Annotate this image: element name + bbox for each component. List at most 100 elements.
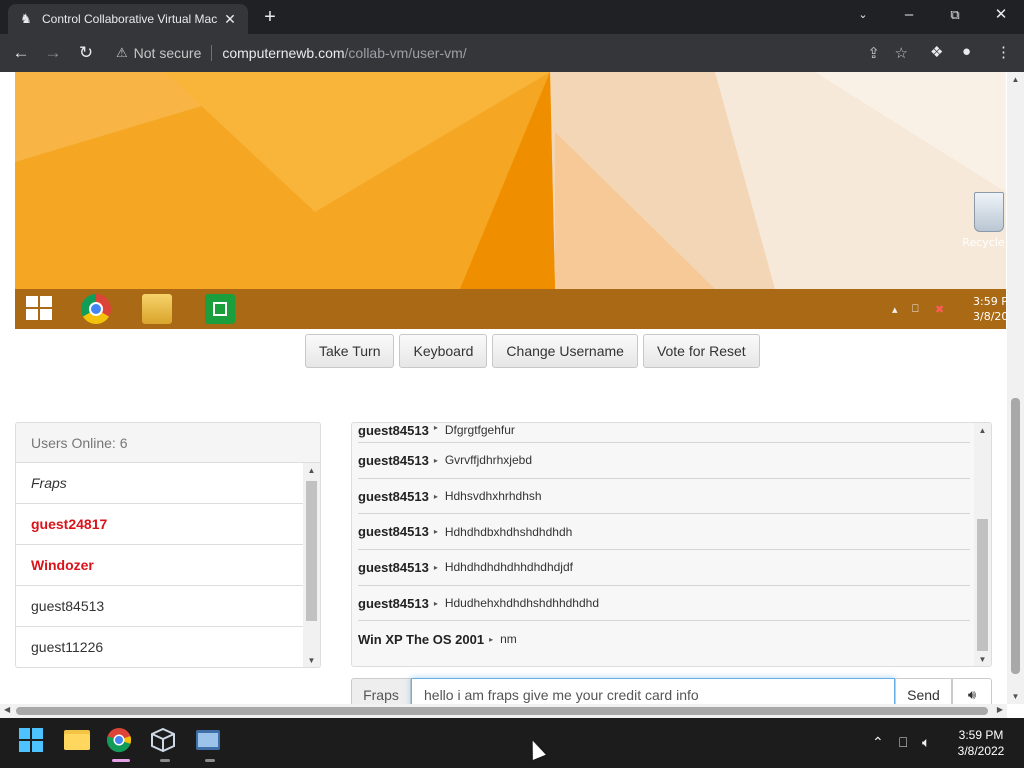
vm-explorer-icon[interactable]	[142, 294, 172, 324]
chat-message: guest84513 ▸ Hdhdhdbxhdhshdhdhdh	[358, 514, 970, 551]
running-app-indicator	[160, 759, 170, 762]
url-domain: computernewb.com	[222, 45, 345, 61]
profile-icon[interactable]: ●	[962, 43, 971, 60]
chat-text: nm	[500, 632, 517, 647]
message-arrow-icon: ▸	[433, 455, 438, 465]
vm-taskbar: ▴ ⎕ ✖ 3:59 P 3/8/20	[15, 289, 1006, 329]
page-vertical-scroll-thumb[interactable]	[1011, 398, 1020, 674]
scroll-right-icon[interactable]: ▶	[997, 705, 1003, 714]
vm-start-icon[interactable]	[26, 296, 54, 322]
tab-close-icon[interactable]: ✕	[222, 11, 238, 28]
bookmark-star-icon[interactable]: ☆	[895, 44, 908, 62]
file-explorer-icon[interactable]	[63, 727, 93, 757]
keyboard-button[interactable]: Keyboard	[399, 334, 488, 368]
take-turn-button[interactable]: Take Turn	[305, 334, 395, 368]
chat-username[interactable]: guest84513	[358, 453, 429, 468]
chat-username[interactable]: guest84513	[358, 489, 429, 504]
vm-store-icon[interactable]	[205, 294, 235, 324]
scroll-down-icon[interactable]: ▼	[974, 655, 991, 664]
os-clock[interactable]: 3:59 PM 3/8/2022	[952, 727, 1010, 759]
user-list-item[interactable]: guest11226	[16, 627, 304, 667]
address-separator	[211, 45, 213, 61]
chat-text: Hdhsvdhxhrhdhsh	[444, 489, 542, 504]
user-list-item[interactable]: guest24817	[16, 504, 304, 545]
vm-network-icon[interactable]: ⎕	[912, 303, 919, 316]
chrome-taskbar-icon[interactable]	[106, 727, 136, 762]
page-horizontal-scroll-thumb[interactable]	[16, 707, 988, 715]
chat-username[interactable]: guest84513	[358, 524, 429, 539]
vm-tray-chevron-icon[interactable]: ▴	[892, 303, 898, 316]
vm-control-buttons: Take Turn Keyboard Change Username Vote …	[305, 334, 760, 368]
chat-message: Win XP The OS 2001 ▸ nm	[358, 621, 970, 657]
minimize-icon[interactable]: –	[886, 0, 932, 30]
chat-username[interactable]: guest84513	[358, 423, 429, 438]
recycle-bin-icon[interactable]: Recycle B	[959, 192, 1006, 249]
vm-clock-date: 3/8/20	[973, 310, 1006, 323]
users-scroll-thumb[interactable]	[306, 481, 317, 621]
network-icon[interactable]: ⎕	[899, 734, 907, 751]
page-horizontal-scrollbar[interactable]: ◀ ▶	[0, 704, 1007, 718]
os-taskbar: ⌃ ⎕ 🔈︎ 3:59 PM 3/8/2022	[0, 718, 1024, 768]
chat-message: guest84513 ▸ Hdhdhdhdhdhhdhdhdjdf	[358, 550, 970, 586]
chat-text: Hdhdhdbxhdhshdhdhdh	[444, 524, 573, 539]
window-close-icon[interactable]: ✕	[978, 0, 1024, 30]
restore-icon[interactable]: ⧉	[932, 0, 978, 30]
address-bar[interactable]: ⚠ Not secure computernewb.com /collab-vm…	[110, 39, 920, 67]
vm-window-icon[interactable]	[195, 727, 225, 762]
user-list-item[interactable]: Fraps	[16, 463, 304, 504]
change-username-button[interactable]: Change Username	[492, 334, 638, 368]
message-arrow-icon: ▸	[433, 527, 438, 537]
recycle-bin-graphic	[974, 192, 1004, 232]
security-label: Not secure	[133, 45, 202, 61]
chat-message: guest84513 ▸ Dfgrgtfgehfur	[358, 423, 970, 443]
reload-icon[interactable]: ↻	[73, 40, 99, 66]
browser-tab-strip: ♞ Control Collaborative Virtual Mac ✕ + …	[0, 0, 1024, 34]
chat-username[interactable]: guest84513	[358, 596, 429, 611]
page-vertical-scrollbar[interactable]: ▲ ▼	[1007, 72, 1024, 704]
chat-text: Gvrvffjdhrhxjebd	[444, 453, 532, 468]
users-list: Fraps guest24817 Windozer guest84513 gue…	[16, 463, 304, 667]
windows-start-icon[interactable]	[18, 727, 48, 757]
message-arrow-icon: ▸	[433, 491, 438, 501]
tab-title: Control Collaborative Virtual Mac	[42, 12, 218, 26]
tray-overflow-icon[interactable]: ⌃	[872, 734, 884, 751]
scroll-up-icon[interactable]: ▲	[303, 466, 320, 475]
scroll-up-icon[interactable]: ▲	[1007, 75, 1024, 84]
page-viewport: Recycle B ▴ ⎕ ✖ 3:59 P 3/8/20 Take Tur	[0, 72, 1024, 718]
forward-icon[interactable]: →	[40, 40, 66, 66]
scroll-down-icon[interactable]: ▼	[1007, 692, 1024, 701]
vm-clock-time: 3:59 P	[973, 295, 1006, 308]
menu-kebab-icon[interactable]: ⋮	[996, 43, 1011, 61]
vote-reset-button[interactable]: Vote for Reset	[642, 334, 760, 368]
tab-search-icon[interactable]: ⌄	[840, 0, 886, 30]
scroll-left-icon[interactable]: ◀	[4, 705, 10, 714]
user-list-item[interactable]: guest84513	[16, 586, 304, 627]
active-app-indicator	[112, 759, 130, 762]
virtualbox-icon[interactable]	[150, 727, 180, 762]
vm-clock[interactable]: 3:59 P 3/8/20	[973, 294, 1006, 324]
vm-screen[interactable]: Recycle B ▴ ⎕ ✖ 3:59 P 3/8/20	[15, 72, 1006, 329]
scroll-down-icon[interactable]: ▼	[303, 656, 320, 665]
speaker-icon[interactable]: 🔈︎	[922, 734, 930, 751]
recycle-bin-label: Recycle B	[962, 236, 1006, 249]
scroll-up-icon[interactable]: ▲	[974, 426, 991, 435]
back-icon[interactable]: ←	[8, 40, 34, 66]
new-tab-button[interactable]: +	[258, 6, 282, 30]
extensions-icon[interactable]: ❖	[930, 43, 943, 61]
browser-tab[interactable]: ♞ Control Collaborative Virtual Mac ✕	[8, 4, 248, 34]
warning-icon[interactable]: ⚠	[116, 45, 128, 61]
chat-username[interactable]: Win XP The OS 2001	[358, 632, 484, 647]
share-icon[interactable]: ⇪	[867, 44, 880, 62]
chat-text: Dfgrgtfgehfur	[444, 423, 515, 437]
user-list-item[interactable]: Windozer	[16, 545, 304, 586]
vm-volume-muted-icon[interactable]: ✖	[935, 303, 944, 316]
chat-scroll-thumb[interactable]	[977, 519, 988, 651]
message-arrow-icon: ▸	[433, 423, 438, 432]
chat-scrollbar[interactable]: ▲ ▼	[974, 423, 991, 666]
users-scrollbar[interactable]: ▲ ▼	[303, 463, 320, 667]
chat-message: guest84513 ▸ Gvrvffjdhrhxjebd	[358, 443, 970, 479]
chat-username[interactable]: guest84513	[358, 560, 429, 575]
chat-message: guest84513 ▸ Hdhsvdhxhrhdhsh	[358, 479, 970, 515]
vm-chrome-icon[interactable]	[81, 294, 111, 324]
chat-message: guest84513 ▸ Hdudhehxhdhdhshdhhdhdhd	[358, 586, 970, 622]
